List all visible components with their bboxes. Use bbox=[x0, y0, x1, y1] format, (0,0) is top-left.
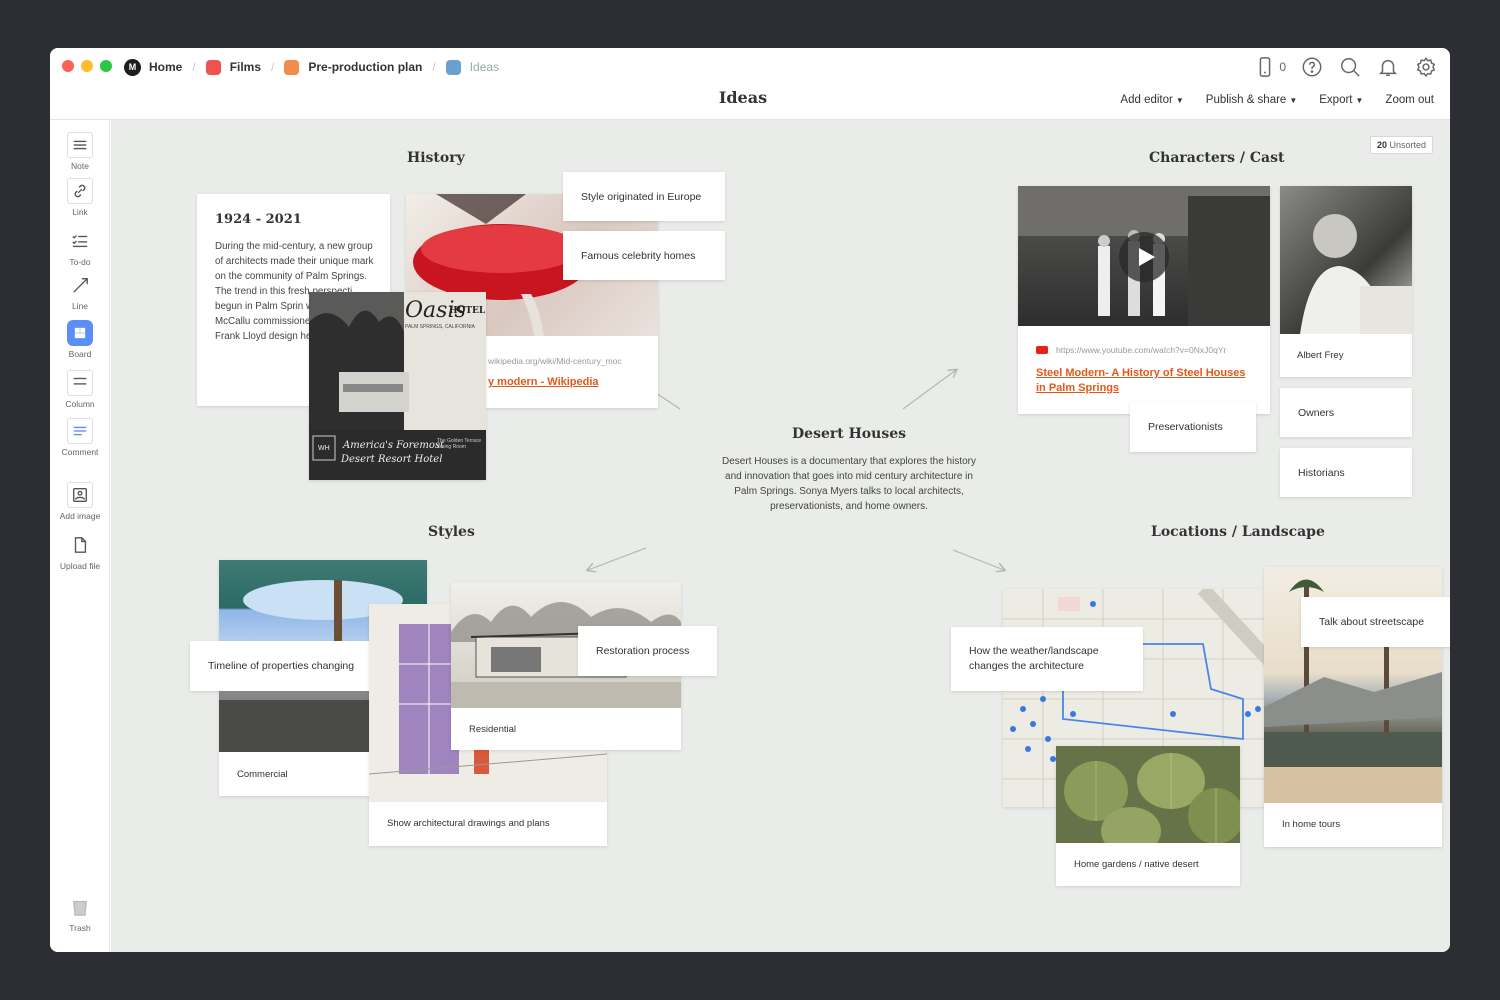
tool-todo[interactable]: To-do bbox=[50, 228, 110, 267]
note-streetscape[interactable]: Talk about streetscape bbox=[1301, 597, 1450, 647]
characters-title: Characters / Cast bbox=[1149, 150, 1285, 166]
albert-frey-photo bbox=[1280, 186, 1412, 334]
device-count: 0 bbox=[1279, 60, 1286, 74]
column-icon bbox=[67, 370, 93, 396]
breadcrumb-home[interactable]: M Home bbox=[124, 58, 182, 76]
tool-add-image[interactable]: Add image bbox=[50, 482, 110, 521]
breadcrumb-films[interactable]: Films bbox=[205, 59, 261, 75]
locations-title: Locations / Landscape bbox=[1151, 524, 1325, 540]
device-icon[interactable] bbox=[1253, 55, 1277, 79]
line-icon bbox=[67, 272, 93, 298]
unsorted-badge[interactable]: 20 Unsorted bbox=[1369, 136, 1433, 154]
note-historians[interactable]: Historians bbox=[1280, 448, 1412, 497]
app-window: M Home / Films / Pre-production plan / I… bbox=[50, 48, 1450, 952]
search-icon[interactable] bbox=[1338, 55, 1362, 79]
top-icons: 0 bbox=[1253, 55, 1438, 79]
wikipedia-link[interactable]: y modern - Wikipedia bbox=[488, 376, 599, 388]
breadcrumb-ideas[interactable]: Ideas bbox=[445, 59, 499, 75]
tool-comment[interactable]: Comment bbox=[50, 418, 110, 457]
publish-share-button[interactable]: Publish & share ▼ bbox=[1206, 94, 1297, 106]
tool-trash[interactable]: Trash bbox=[50, 894, 110, 933]
tool-line[interactable]: Line bbox=[50, 272, 110, 311]
tool-board[interactable]: Board bbox=[50, 320, 110, 359]
board-color-icon bbox=[445, 59, 461, 75]
tool-note[interactable]: Note bbox=[50, 132, 110, 171]
maximize-window-button[interactable] bbox=[100, 60, 112, 72]
trash-icon bbox=[67, 894, 93, 920]
video-thumbnail bbox=[1018, 186, 1270, 326]
board-color-icon bbox=[205, 59, 221, 75]
board-canvas[interactable]: 20 Unsorted Desert Houses Desert Houses … bbox=[111, 120, 1450, 952]
export-button[interactable]: Export ▼ bbox=[1319, 94, 1363, 106]
help-icon[interactable] bbox=[1300, 55, 1324, 79]
history-title: History bbox=[407, 150, 465, 166]
gear-icon[interactable] bbox=[1414, 55, 1438, 79]
breadcrumb: M Home / Films / Pre-production plan / I… bbox=[124, 57, 499, 77]
center-title: Desert Houses bbox=[792, 426, 906, 442]
note-restoration[interactable]: Restoration process bbox=[578, 626, 717, 676]
note-icon bbox=[67, 132, 93, 158]
wikipedia-url: wikipedia.org/wiki/Mid-century_moc bbox=[488, 356, 622, 366]
close-window-button[interactable] bbox=[62, 60, 74, 72]
tool-link[interactable]: Link bbox=[50, 178, 110, 217]
tool-column[interactable]: Column bbox=[50, 370, 110, 409]
board-icon bbox=[67, 320, 93, 346]
note-style-origin[interactable]: Style originated in Europe bbox=[563, 172, 725, 221]
breadcrumb-pre-production[interactable]: Pre-production plan bbox=[284, 59, 422, 75]
add-editor-button[interactable]: Add editor ▼ bbox=[1120, 94, 1183, 106]
center-body: Desert Houses is a documentary that expl… bbox=[721, 456, 976, 512]
board-color-icon bbox=[284, 59, 300, 75]
center-note[interactable]: Desert Houses Desert Houses is a documen… bbox=[714, 426, 984, 514]
file-icon bbox=[67, 532, 93, 558]
milanote-logo-icon: M bbox=[124, 58, 141, 76]
zoom-out-button[interactable]: Zoom out bbox=[1385, 94, 1434, 106]
minimize-window-button[interactable] bbox=[81, 60, 93, 72]
note-timeline[interactable]: Timeline of properties changing bbox=[190, 641, 397, 691]
oasis-hotel-poster[interactable]: Oasis HOTEL PALM SPRINGS, CALIFORNIA WH … bbox=[309, 292, 486, 480]
note-celebrity-homes[interactable]: Famous celebrity homes bbox=[563, 231, 725, 280]
note-weather[interactable]: How the weather/landscape changes the ar… bbox=[951, 627, 1143, 691]
note-owners[interactable]: Owners bbox=[1280, 388, 1412, 437]
link-icon bbox=[67, 178, 93, 204]
youtube-icon bbox=[1036, 346, 1048, 354]
gardens-card[interactable]: Home gardens / native desert bbox=[1056, 746, 1240, 886]
chevron-down-icon: ▼ bbox=[1175, 96, 1184, 105]
top-bar: M Home / Films / Pre-production plan / I… bbox=[50, 48, 1450, 120]
video-link[interactable]: Steel Modern- A History of Steel Houses … bbox=[1036, 366, 1256, 396]
note-preservationists[interactable]: Preservationists bbox=[1130, 402, 1256, 452]
youtube-video-card[interactable]: https://www.youtube.com/watch?v=0NxJ0qYr… bbox=[1018, 186, 1270, 414]
video-url: https://www.youtube.com/watch?v=0NxJ0qYr bbox=[1056, 345, 1227, 355]
styles-title: Styles bbox=[428, 524, 475, 540]
todo-icon bbox=[67, 228, 93, 254]
person-name: Albert Frey bbox=[1297, 350, 1344, 361]
tool-upload-file[interactable]: Upload file bbox=[50, 532, 110, 571]
history-note-title: 1924 - 2021 bbox=[215, 212, 302, 227]
chevron-down-icon: ▼ bbox=[1355, 96, 1364, 105]
play-button[interactable] bbox=[1119, 232, 1169, 282]
cactus-image bbox=[1056, 746, 1240, 843]
image-icon bbox=[67, 482, 93, 508]
play-icon bbox=[1139, 248, 1155, 266]
albert-frey-card[interactable]: Albert Frey bbox=[1280, 186, 1412, 377]
bell-icon[interactable] bbox=[1376, 55, 1400, 79]
action-bar: Add editor ▼ Publish & share ▼ Export ▼ Zoo… bbox=[1120, 94, 1434, 106]
tool-sidebar: Note Link To-do Line Board Column Commen… bbox=[50, 120, 110, 952]
comment-icon bbox=[67, 418, 93, 444]
chevron-down-icon: ▼ bbox=[1289, 96, 1298, 105]
